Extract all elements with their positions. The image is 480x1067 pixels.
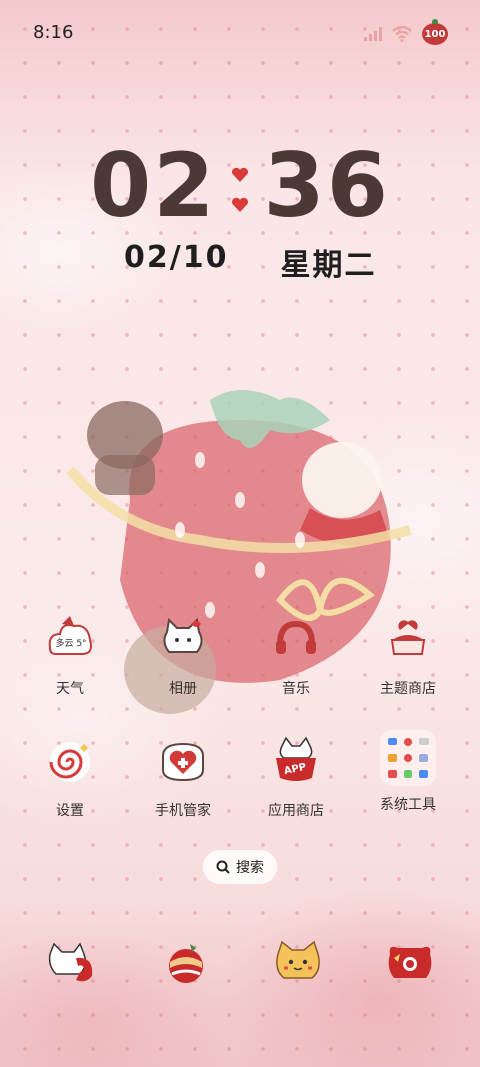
heart-icon — [231, 197, 249, 213]
dock-phone[interactable] — [46, 938, 98, 990]
app-label: 系统工具 — [380, 797, 436, 813]
app-weather[interactable]: 多云 5° 天气 — [20, 614, 120, 698]
wifi-icon — [392, 26, 412, 42]
app-label: 主题商店 — [380, 681, 436, 697]
status-bar: 8:16 100 — [0, 0, 480, 68]
battery-icon: 100 — [422, 19, 448, 45]
phone-cat-icon — [48, 942, 93, 982]
clock-separator — [231, 167, 249, 213]
headphones-icon — [270, 614, 322, 666]
app-label: 音乐 — [282, 681, 310, 697]
dock-messages[interactable] — [272, 938, 324, 990]
app-music[interactable]: 音乐 — [246, 614, 346, 698]
search-icon — [216, 860, 230, 874]
browser-globe-icon — [169, 944, 203, 983]
gallery-cat-icon — [157, 614, 209, 666]
app-app-store[interactable]: APP 应用商店 — [246, 736, 346, 820]
clock-hours: 02 — [90, 133, 217, 237]
status-time: 8:16 — [33, 22, 74, 43]
app-label: 天气 — [56, 681, 84, 697]
app-label: 设置 — [56, 803, 84, 819]
app-theme-store[interactable]: 主题商店 — [358, 614, 458, 698]
app-system-tools-folder[interactable]: 系统工具 — [358, 730, 458, 814]
date-weekday: 星期二 — [280, 248, 377, 283]
weather-cloud-icon: 多云 5° — [44, 614, 96, 666]
search-button[interactable]: 搜索 — [203, 850, 277, 884]
signal-icon — [364, 27, 382, 41]
app-phone-manager[interactable]: 手机管家 — [133, 736, 233, 820]
status-icons: 100 — [364, 19, 448, 46]
cake-icon — [382, 614, 434, 666]
weather-widget-text: 多云 5° — [55, 639, 87, 649]
shield-heart-icon — [157, 736, 209, 788]
date-widget[interactable]: 02/10 星期二 — [124, 240, 376, 284]
dock-browser[interactable] — [160, 938, 212, 990]
app-gallery[interactable]: 相册 — [133, 614, 233, 698]
clock-widget[interactable]: 02 36 — [90, 134, 390, 237]
heart-icon — [231, 167, 249, 183]
app-label: 手机管家 — [155, 803, 211, 819]
app-label: 应用商店 — [268, 803, 324, 819]
app-settings[interactable]: 设置 — [20, 736, 120, 820]
camera-bear-icon — [388, 946, 432, 978]
dock-camera[interactable] — [384, 938, 436, 990]
app-store-cat-icon: APP — [270, 736, 322, 788]
date-day: 02/10 — [124, 240, 229, 275]
swirl-candy-icon — [44, 736, 96, 788]
search-label: 搜索 — [236, 860, 264, 876]
clock-minutes: 36 — [263, 133, 390, 237]
app-label: 相册 — [169, 681, 197, 697]
messages-cat-icon — [276, 940, 320, 979]
folder-icon — [380, 730, 436, 786]
